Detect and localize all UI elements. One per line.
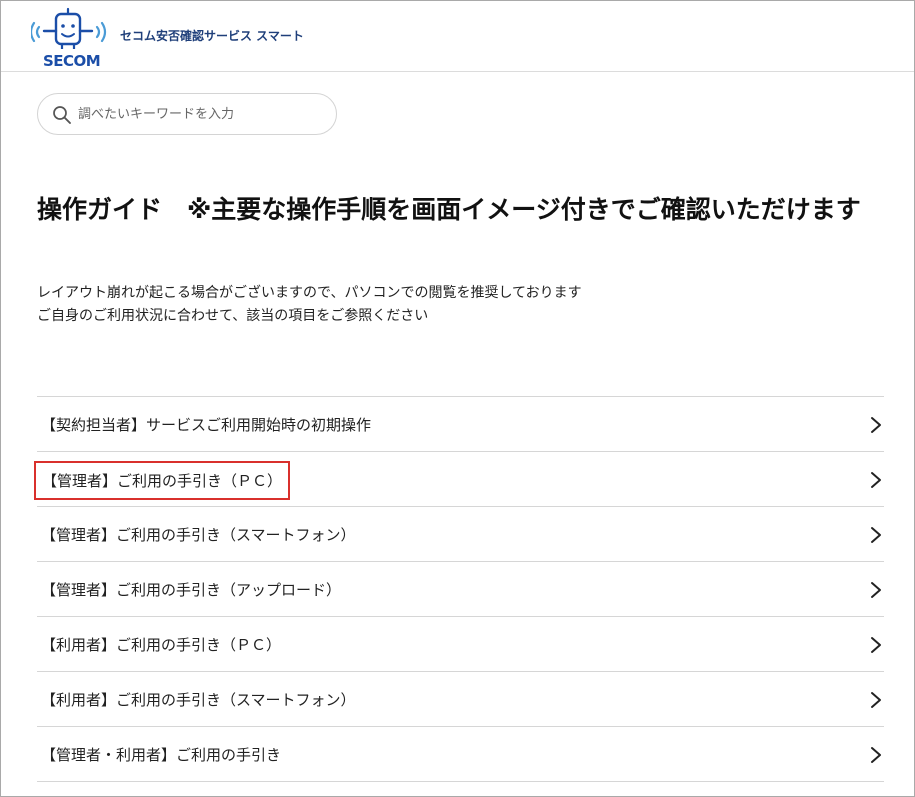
search-input[interactable] — [78, 94, 328, 134]
chevron-right-icon — [871, 582, 881, 598]
logo-text: SECOM — [43, 52, 101, 70]
chevron-right-icon — [871, 417, 881, 433]
guide-item-label: 【利用者】ご利用の手引き（スマートフォン） — [41, 691, 356, 709]
page-description: レイアウト崩れが起こる場合がございますので、パソコンでの閲覧を推奨しております … — [37, 282, 837, 328]
guide-item-admin-user[interactable]: 【管理者・利用者】ご利用の手引き — [37, 727, 884, 782]
guide-item-admin-pc[interactable]: 【管理者】ご利用の手引き（ＰＣ） — [34, 452, 884, 507]
chevron-right-icon — [871, 692, 881, 708]
header: SECOM セコム安否確認サービス スマート — [1, 1, 914, 72]
guide-item-user-smartphone[interactable]: 【利用者】ご利用の手引き（スマートフォン） — [37, 672, 884, 727]
page-title: 操作ガイド ※主要な操作手順を画面イメージ付きでご確認いただけます — [37, 195, 861, 224]
chevron-right-icon — [871, 747, 881, 763]
chevron-right-icon — [871, 527, 881, 543]
guide-item-label: 【管理者】ご利用の手引き（ＰＣ） — [34, 461, 291, 500]
chevron-right-icon — [871, 472, 881, 488]
guide-list: 【契約担当者】サービスご利用開始時の初期操作 【管理者】ご利用の手引き（ＰＣ） … — [34, 396, 884, 782]
search-icon — [53, 106, 71, 124]
search-box[interactable] — [37, 93, 337, 135]
guide-item-label: 【契約担当者】サービスご利用開始時の初期操作 — [41, 416, 372, 434]
guide-item-label: 【管理者・利用者】ご利用の手引き — [41, 746, 282, 764]
guide-item-user-pc[interactable]: 【利用者】ご利用の手引き（ＰＣ） — [37, 617, 884, 672]
guide-item-label: 【管理者】ご利用の手引き（スマートフォン） — [41, 526, 356, 544]
guide-item-admin-upload[interactable]: 【管理者】ご利用の手引き（アップロード） — [37, 562, 884, 617]
guide-item-label: 【管理者】ご利用の手引き（アップロード） — [41, 581, 342, 599]
description-line: ご自身のご利用状況に合わせて、該当の項目をご参照ください — [37, 308, 429, 324]
page: SECOM セコム安否確認サービス スマート 操作ガイド ※主要な操作手順を画面… — [0, 0, 915, 797]
guide-item-admin-smartphone[interactable]: 【管理者】ご利用の手引き（スマートフォン） — [37, 507, 884, 562]
guide-item-contract-initial-setup[interactable]: 【契約担当者】サービスご利用開始時の初期操作 — [37, 397, 884, 452]
secom-logo[interactable]: SECOM — [29, 7, 109, 70]
description-line: レイアウト崩れが起こる場合がございますので、パソコンでの閲覧を推奨しております — [37, 285, 582, 301]
service-name: セコム安否確認サービス スマート — [120, 29, 304, 43]
chevron-right-icon — [871, 637, 881, 653]
guide-item-label: 【利用者】ご利用の手引き（ＰＣ） — [41, 636, 282, 654]
